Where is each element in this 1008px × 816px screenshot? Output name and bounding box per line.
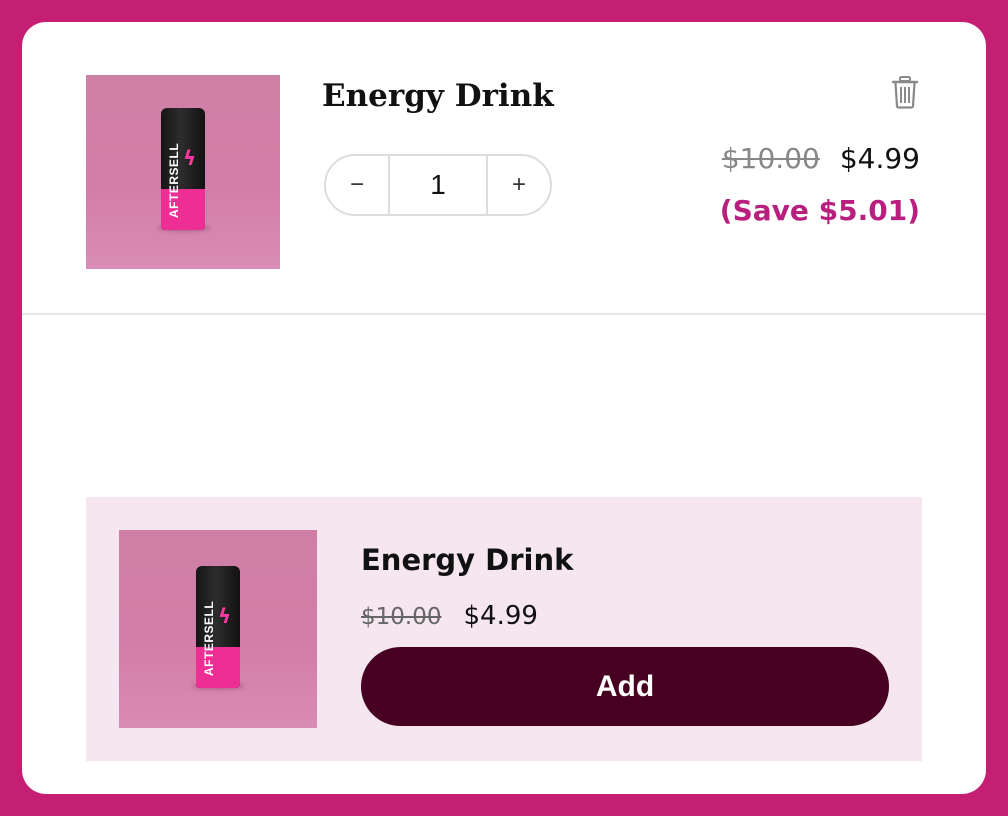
decrement-button[interactable]: − (326, 156, 388, 214)
sale-price: $4.99 (839, 142, 920, 175)
quantity-value[interactable]: 1 (387, 156, 489, 214)
upsell-sale-price: $4.99 (463, 601, 538, 631)
upsell-product-image: ϟ AFTERSELL (119, 530, 317, 728)
upsell-compare-at-price: $10.00 (361, 604, 442, 630)
add-button[interactable]: Add (361, 647, 889, 726)
can-illustration: ϟ AFTERSELL (161, 108, 205, 230)
savings-label: (Save $5.01) (719, 194, 920, 227)
cart-card: ϟ AFTERSELL Energy Drink − 1 + $10.00 $4.… (22, 22, 986, 794)
upsell-title: Energy Drink (361, 543, 574, 577)
upsell-can-illustration: ϟ AFTERSELL (196, 566, 240, 688)
divider (22, 313, 986, 315)
cart-line-item: ϟ AFTERSELL Energy Drink − 1 + $10.00 $4.… (22, 22, 986, 314)
upsell-offer: ϟ AFTERSELL Energy Drink $10.00 $4.99 Add (86, 497, 922, 761)
quantity-stepper: − 1 + (324, 154, 552, 216)
compare-at-price: $10.00 (721, 142, 820, 175)
trash-icon[interactable] (890, 75, 920, 109)
trash-icon-graphic (891, 76, 919, 109)
upsell-price-row: $10.00 $4.99 (361, 601, 538, 631)
price-row: $10.00 $4.99 (722, 142, 920, 175)
increment-button[interactable]: + (488, 156, 550, 214)
product-title: Energy Drink (322, 78, 554, 114)
product-image: ϟ AFTERSELL (86, 75, 280, 269)
